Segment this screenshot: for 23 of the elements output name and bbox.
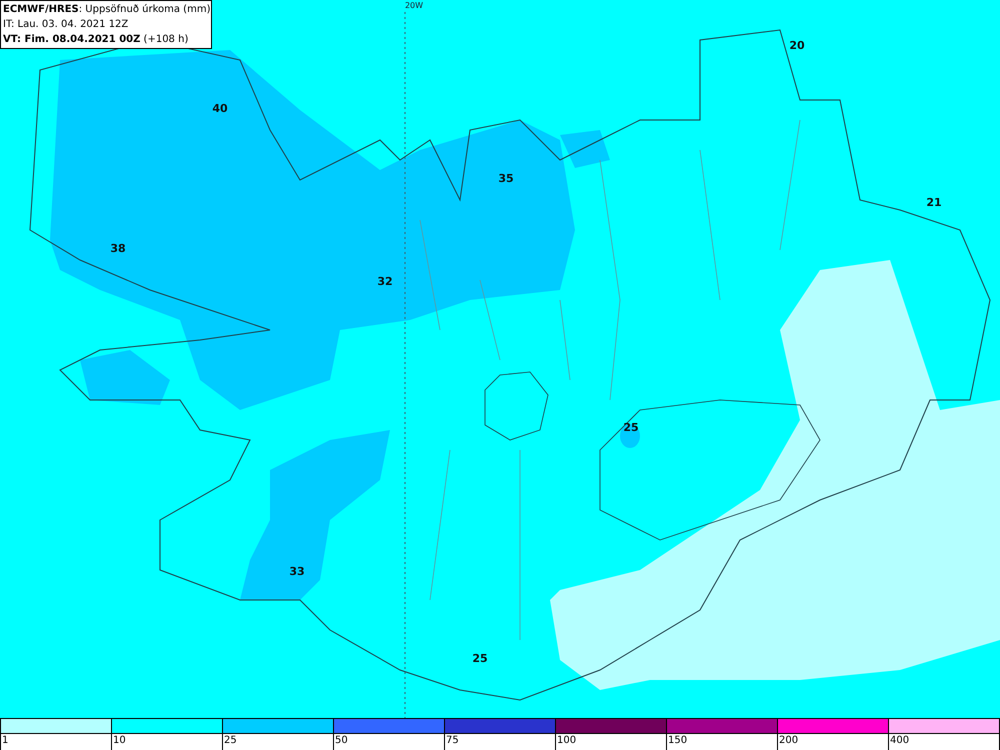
header-text: IT: Lau. 03. 04. 2021 12Z bbox=[3, 18, 130, 32]
contour-label: 21 bbox=[926, 196, 942, 209]
legend-label: 10 bbox=[112, 734, 126, 748]
meridian-label: 20W bbox=[404, 1, 424, 10]
legend-label: 400 bbox=[889, 734, 910, 748]
header-text: ECMWF/HRES: Uppsöfnuð úrkoma (mm) bbox=[3, 3, 209, 17]
contour-label: 38 bbox=[110, 242, 126, 255]
legend-label: 1 bbox=[1, 734, 8, 748]
glacier-outline bbox=[484, 372, 548, 440]
contour-label: 40 bbox=[212, 102, 228, 115]
legend-label: 150 bbox=[667, 734, 688, 748]
contour-label: 25 bbox=[623, 421, 639, 434]
legend-label: 100 bbox=[556, 734, 576, 748]
legend-label: 50 bbox=[334, 734, 348, 748]
contour-label: 35 bbox=[498, 172, 514, 185]
contour-label: 25 bbox=[472, 652, 488, 665]
legend-label: 200 bbox=[778, 734, 798, 748]
header-text: VT: Fim. 08.04.2021 00Z (+108 h) bbox=[3, 33, 190, 47]
contour-label: 33 bbox=[289, 565, 305, 578]
legend-label: 25 bbox=[223, 734, 237, 748]
contour-label: 32 bbox=[377, 275, 393, 288]
contour-label: 20 bbox=[789, 39, 805, 52]
legend-label: 75 bbox=[445, 734, 459, 748]
